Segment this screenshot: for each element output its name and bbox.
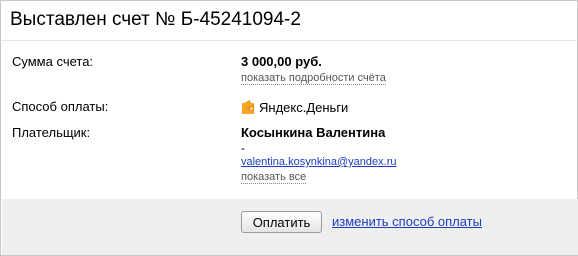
- pay-button[interactable]: Оплатить: [241, 211, 322, 233]
- invoice-panel: Выставлен счет № Б-45241094-2 Сумма счет…: [0, 0, 578, 256]
- amount-label: Сумма счета:: [12, 54, 94, 69]
- payer-label: Плательщик:: [12, 125, 91, 140]
- change-payment-method-link[interactable]: изменить способ оплаты: [332, 214, 482, 229]
- show-all-link[interactable]: показать все: [241, 171, 307, 184]
- payment-method-label: Способ оплаты:: [12, 99, 109, 114]
- action-bar: Оплатить изменить способ оплаты: [2, 199, 578, 255]
- payer-email-link[interactable]: valentina.kosynkina@yandex.ru: [241, 156, 396, 168]
- show-invoice-details-link[interactable]: показать подробности счёта: [241, 72, 386, 85]
- payment-method-name: Яндекс.Деньги: [259, 100, 349, 115]
- payer-name: Косынкина Валентина: [241, 125, 386, 140]
- page-title: Выставлен счет № Б-45241094-2: [10, 9, 301, 30]
- title-divider: [2, 40, 576, 41]
- yandex-money-wallet-icon: [241, 99, 255, 115]
- payment-method-value: Яндекс.Деньги: [241, 99, 348, 115]
- amount-value: 3 000,00 руб.: [241, 54, 322, 69]
